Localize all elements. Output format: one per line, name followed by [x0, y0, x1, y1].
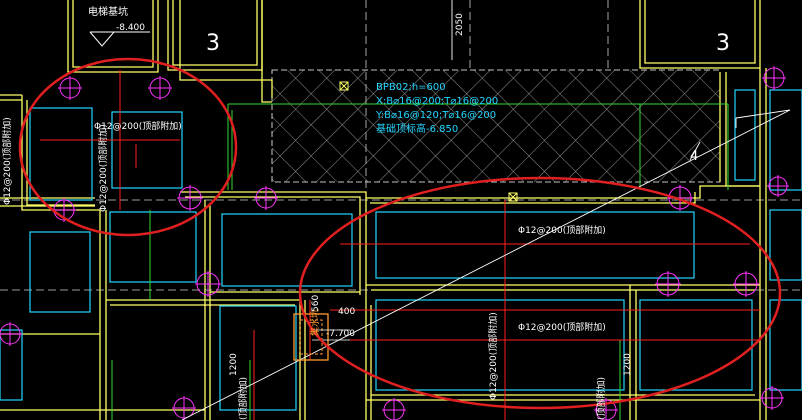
- rebar-label-bottom-right: (顶部附加): [595, 377, 607, 420]
- dimension-2050: 2050: [455, 13, 465, 36]
- wall-outlines: [0, 0, 767, 420]
- slab-mark-line1: BPB02;h=600: [376, 82, 446, 93]
- cad-drawing-canvas: 电梯基坑 -8.400 3 3 2050 BPB02;h=600 X:B⌀16@…: [0, 0, 802, 420]
- grid-label-right: 3: [716, 31, 730, 56]
- section-number: 4: [690, 149, 698, 164]
- rebar-label-right-vertical: Φ12@200(顶部附加): [487, 312, 499, 400]
- elevator-pit-label: 电梯基坑: [88, 5, 128, 18]
- pit-level-label: -8.400: [116, 23, 145, 33]
- rebar-label-left-edge: Φ12@200(顶部附加): [1, 117, 13, 205]
- sump-pit-label: 集水坑: [309, 309, 321, 336]
- sump-level-label: -7.700: [326, 329, 355, 339]
- dimension-1200-right: 1200: [623, 353, 633, 376]
- dimension-560: 560: [311, 295, 321, 312]
- slab-mark-line3: Y:B⌀16@120;T⌀16@200: [375, 110, 496, 121]
- dimension-400: 400: [338, 307, 355, 317]
- rebar-label-bottom: (顶部附加): [237, 377, 249, 420]
- rebar-label-left-vertical: Φ12@200(顶部附加): [97, 124, 109, 212]
- slab-mark-line4: 基础顶标高-6.850: [376, 122, 458, 135]
- callout-ellipse-left: [18, 57, 238, 237]
- rebar-label-right-top: Φ12@200(顶部附加): [518, 224, 606, 236]
- grid-label-left: 3: [206, 31, 220, 56]
- rebar-label-right-middle: Φ12@200(顶部附加): [518, 321, 606, 333]
- hatched-slab-area: [271, 69, 721, 183]
- dimension-1200-left: 1200: [229, 353, 239, 376]
- slab-mark-line2: X:B⌀16@200;T⌀16@200: [376, 96, 498, 107]
- elevator-pit-symbol: [89, 31, 150, 47]
